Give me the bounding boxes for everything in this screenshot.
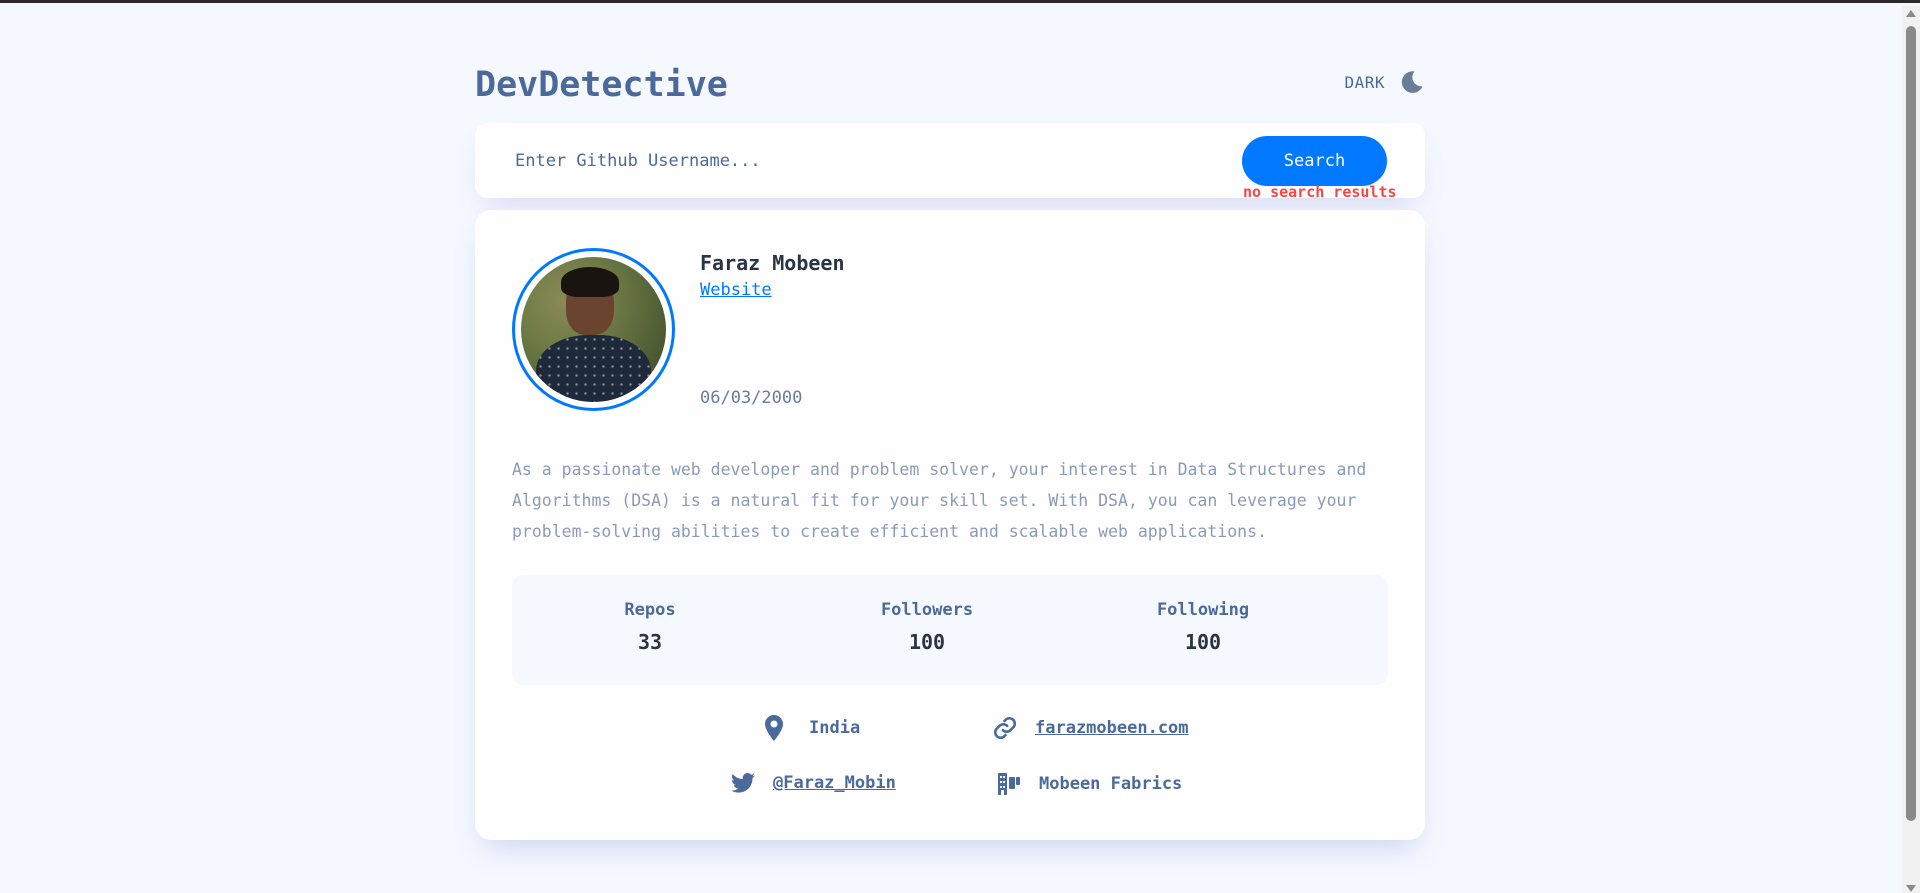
twitter-icon bbox=[731, 773, 755, 793]
search-input[interactable] bbox=[515, 145, 1195, 177]
stat-value: 33 bbox=[637, 630, 663, 654]
stats-panel: Repos 33 Followers 100 Following 100 bbox=[512, 575, 1388, 685]
info-location: India bbox=[765, 715, 860, 741]
info-twitter[interactable]: @Faraz_Mobin bbox=[731, 772, 896, 794]
theme-toggle-label: DARK bbox=[1344, 72, 1385, 92]
search-error-message: no search results bbox=[1243, 183, 1397, 201]
theme-toggle[interactable]: DARK bbox=[1344, 69, 1425, 95]
joined-date: 06/03/2000 bbox=[700, 388, 803, 408]
scroll-down-arrow[interactable] bbox=[1906, 885, 1916, 892]
stat-label: Followers bbox=[880, 600, 974, 620]
avatar-frame bbox=[512, 248, 675, 411]
profile-name: Faraz Mobeen bbox=[700, 251, 845, 275]
app-logo: DevDetective bbox=[475, 65, 728, 105]
moon-icon bbox=[1401, 71, 1423, 93]
stat-label: Following bbox=[1156, 600, 1250, 620]
profile-bio: As a passionate web developer and proble… bbox=[512, 460, 1367, 541]
stat-followers: Followers 100 bbox=[827, 600, 1027, 654]
stat-value: 100 bbox=[908, 630, 946, 654]
twitter-handle[interactable]: @Faraz_Mobin bbox=[773, 773, 896, 793]
info-blog[interactable]: farazmobeen.com bbox=[992, 715, 1189, 741]
scrollbar-thumb[interactable] bbox=[1906, 26, 1916, 821]
website-link[interactable]: Website bbox=[700, 280, 772, 300]
info-company: Mobeen Fabrics bbox=[997, 772, 1182, 796]
building-icon bbox=[998, 773, 1020, 795]
location-text: India bbox=[809, 718, 861, 738]
stat-value: 100 bbox=[1184, 630, 1222, 654]
page-scrollbar[interactable] bbox=[1902, 6, 1920, 893]
scroll-up-arrow[interactable] bbox=[1906, 10, 1916, 17]
company-name: Mobeen Fabrics bbox=[1039, 774, 1183, 794]
avatar bbox=[521, 257, 666, 402]
profile-card: Faraz Mobeen Website 06/03/2000 As a pas… bbox=[475, 210, 1425, 840]
stat-repos: Repos 33 bbox=[550, 600, 750, 654]
search-button[interactable]: Search bbox=[1242, 136, 1387, 186]
header: DevDetective DARK bbox=[475, 65, 1425, 109]
stat-following: Following 100 bbox=[1103, 600, 1303, 654]
blog-link[interactable]: farazmobeen.com bbox=[1035, 718, 1189, 738]
link-icon bbox=[993, 716, 1017, 740]
map-pin-icon bbox=[765, 715, 783, 741]
stat-label: Repos bbox=[624, 600, 676, 620]
